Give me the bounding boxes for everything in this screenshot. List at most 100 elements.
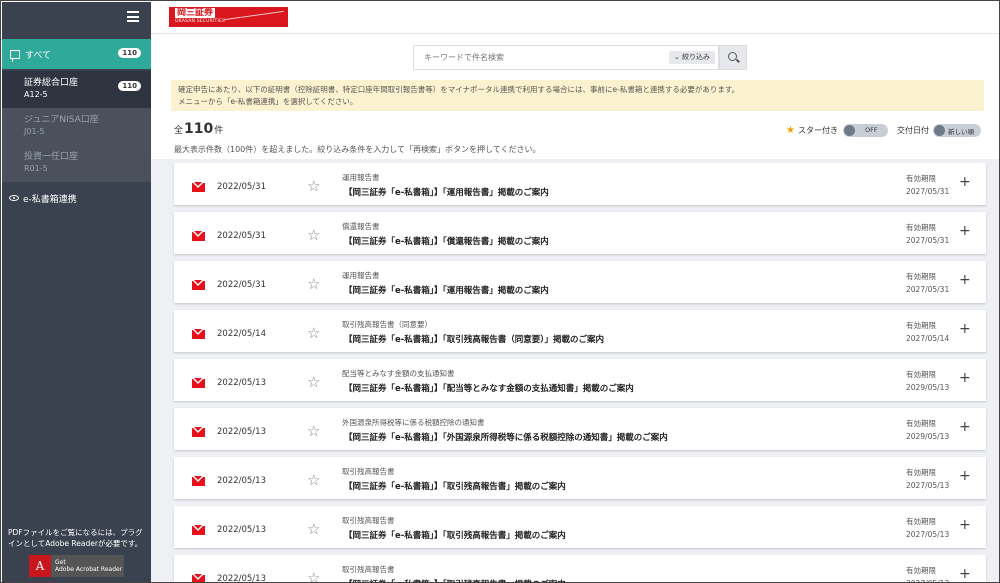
plus-icon[interactable]: +	[959, 321, 971, 337]
plus-icon[interactable]: +	[959, 272, 971, 288]
expiry-label: 有効期限	[906, 321, 936, 330]
sidebar-account-junior-nisa[interactable]: ジュニアNISA口座 J01-5	[2, 108, 151, 145]
adobe-reader-link[interactable]: A Get Adobe Acrobat Reader	[29, 555, 124, 577]
notice-line-1: 確定申告にあたり、以下の証明書（控除証明書、特定口座年間取引報告書等）をマイナポ…	[178, 85, 740, 94]
plus-icon[interactable]: +	[959, 370, 971, 386]
sidebar-account-general[interactable]: 証券総合口座 A12-5 110	[2, 71, 151, 108]
app-frame: すべて 110 証券総合口座 A12-5 110 ジュニアNISA口座 J01-…	[0, 0, 1000, 583]
brand-swoosh	[224, 10, 284, 21]
mail-icon	[192, 329, 205, 339]
plus-icon[interactable]: +	[959, 468, 971, 484]
star-outline-icon[interactable]: ☆	[307, 275, 320, 293]
expiry-label: 有効期限	[906, 517, 936, 526]
expiry-date: 2027/05/14	[906, 334, 950, 343]
count-badge: 110	[118, 81, 141, 91]
mail-icon	[192, 574, 205, 582]
document-category: 運用報告書	[342, 271, 380, 280]
expiry-date: 2027/05/31	[906, 236, 950, 245]
document-title[interactable]: 【岡三証券「e-私書箱」】「配当等とみなす金額の支払通知書」掲載のご案内	[344, 382, 634, 394]
delivery-date: 2022/05/31	[217, 182, 266, 192]
document-row[interactable]: 2022/05/31 ☆ 運用報告書 【岡三証券「e-私書箱」】「運用報告書」掲載のご…	[174, 163, 986, 205]
date-sort-label: 交付日付	[897, 126, 929, 135]
document-row[interactable]: 2022/05/31 ☆ 償還報告書 【岡三証券「e-私書箱」】「償還報告書」掲載のご…	[174, 212, 986, 254]
star-outline-icon[interactable]: ☆	[307, 373, 320, 391]
sidebar-item-e-shishobako[interactable]: e-私書箱連携	[2, 185, 151, 211]
document-row[interactable]: 2022/05/13 ☆ 取引残高報告書【岡三証券「e-私書箱」】「取引残高報告書」…	[174, 506, 986, 548]
expiry-label: 有効期限	[906, 566, 936, 575]
document-category: 取引残高報告書	[342, 516, 395, 525]
document-category: 償還報告書	[342, 222, 380, 231]
search-box: ⌄ 絞り込み	[413, 45, 719, 70]
document-category: 取引残高報告書	[342, 467, 395, 476]
document-title[interactable]: 【岡三証券「e-私書箱」】「償還報告書」掲載のご案内	[344, 235, 549, 247]
document-row[interactable]: 2022/05/13 ☆ 取引残高報告書【岡三証券「e-私書箱」】「取引残高報告書」…	[174, 555, 986, 582]
sidebar-account-discretionary[interactable]: 投資一任口座 R01-5	[2, 145, 151, 182]
document-title[interactable]: 【岡三証券「e-私書箱」】「外国源泉所得税等に係る税額控除の通知書」掲載のご案内	[344, 431, 668, 443]
plus-icon[interactable]: +	[959, 517, 971, 533]
total-suffix: 件	[214, 126, 224, 136]
star-outline-icon[interactable]: ☆	[307, 324, 320, 342]
expiry-label: 有効期限	[906, 419, 936, 428]
star-outline-icon[interactable]: ☆	[307, 569, 320, 582]
delivery-date: 2022/05/13	[217, 427, 266, 437]
document-row[interactable]: 2022/05/31 ☆ 運用報告書 【岡三証券「e-私書箱」】「運用報告書」掲載のご…	[174, 261, 986, 303]
document-title[interactable]: 【岡三証券「e-私書箱」】「取引残高報告書」掲載のご案内	[344, 480, 566, 492]
plus-icon[interactable]: +	[959, 174, 971, 190]
expiry-label: 有効期限	[906, 468, 936, 477]
star-filled-icon: ★	[786, 125, 795, 136]
document-row[interactable]: 2022/05/13 ☆ 外国源泉所得税等に係る税額控除の通知書【岡三証券「e-私書…	[174, 408, 986, 450]
search-button[interactable]	[719, 45, 747, 70]
document-list: 2022/05/31 ☆ 運用報告書 【岡三証券「e-私書箱」】「運用報告書」掲載のご…	[151, 159, 999, 582]
brand-logo[interactable]: 岡三証券 OKASAN SECURITIES	[169, 7, 288, 27]
star-outline-icon[interactable]: ☆	[307, 520, 320, 538]
sidebar-item-all[interactable]: すべて 110	[2, 39, 151, 69]
document-row[interactable]: 2022/05/14 ☆ 取引残高報告書（同意要） 【岡三証券「e-私書箱」】「取引残…	[174, 310, 986, 352]
document-title[interactable]: 【岡三証券「e-私書箱」】「運用報告書」掲載のご案内	[344, 284, 549, 296]
menu-icon[interactable]	[127, 11, 139, 22]
document-title[interactable]: 【岡三証券「e-私書箱」】「取引残高報告書」掲載のご案内	[344, 529, 566, 541]
inbox-icon	[10, 49, 20, 62]
toggle-knob	[934, 125, 945, 136]
document-row[interactable]: 2022/05/13 ☆ 配当等とみなす金額の支払通知書【岡三証券「e-私書箱」】「…	[174, 359, 986, 401]
document-title[interactable]: 【岡三証券「e-私書箱」】「取引残高報告書（同意要）」掲載のご案内	[344, 333, 604, 345]
star-filter: ★ スター付き OFF	[786, 124, 888, 137]
star-outline-icon[interactable]: ☆	[307, 177, 320, 195]
mail-icon	[192, 476, 205, 486]
sidebar: すべて 110 証券総合口座 A12-5 110 ジュニアNISA口座 J01-…	[2, 2, 151, 582]
pdf-note: PDFファイルをご覧になるには、プラグインとしてAdobe Readerが必要で…	[8, 528, 143, 548]
expiry-label: 有効期限	[906, 223, 936, 232]
total-prefix: 全	[174, 126, 184, 136]
expiry-date: 2029/05/13	[906, 432, 950, 441]
notice-line-2: メニューから「e-私書箱連携」を選択してください。	[178, 97, 358, 106]
account-code: J01-5	[24, 127, 45, 136]
adobe-get: Get	[55, 559, 66, 566]
delivery-date: 2022/05/13	[217, 525, 266, 535]
filter-button[interactable]: ⌄ 絞り込み	[669, 51, 715, 64]
plus-icon[interactable]: +	[959, 566, 971, 582]
star-outline-icon[interactable]: ☆	[307, 471, 320, 489]
star-outline-icon[interactable]: ☆	[307, 422, 320, 440]
total-count: 全 110 件	[174, 121, 223, 137]
star-toggle[interactable]: OFF	[842, 124, 888, 137]
expiry-date: 2027/05/31	[906, 285, 950, 294]
mail-icon	[192, 525, 205, 535]
star-filter-label: スター付き	[797, 126, 838, 135]
document-category: 配当等とみなす金額の支払通知書	[342, 369, 455, 378]
filter-label: 絞り込み	[682, 53, 711, 61]
toggle-knob	[843, 125, 855, 136]
document-category: 取引残高報告書（同意要）	[342, 320, 432, 329]
document-title[interactable]: 【岡三証券「e-私書箱」】「運用報告書」掲載のご案内	[344, 186, 549, 198]
search-input[interactable]	[414, 46, 664, 69]
expiry-label: 有効期限	[906, 370, 936, 379]
brand-name: 岡三証券	[175, 8, 216, 18]
document-category: 外国源泉所得税等に係る税額控除の通知書	[342, 418, 485, 427]
plus-icon[interactable]: +	[959, 223, 971, 239]
document-category: 取引残高報告書	[342, 565, 395, 574]
document-row[interactable]: 2022/05/13 ☆ 取引残高報告書【岡三証券「e-私書箱」】「取引残高報告書」…	[174, 457, 986, 499]
delivery-date: 2022/05/13	[217, 476, 266, 486]
document-title[interactable]: 【岡三証券「e-私書箱」】「取引残高報告書」掲載のご案内	[344, 578, 566, 582]
delivery-date: 2022/05/13	[217, 378, 266, 388]
plus-icon[interactable]: +	[959, 419, 971, 435]
star-outline-icon[interactable]: ☆	[307, 226, 320, 244]
date-sort-toggle[interactable]: 新しい順	[933, 124, 981, 137]
